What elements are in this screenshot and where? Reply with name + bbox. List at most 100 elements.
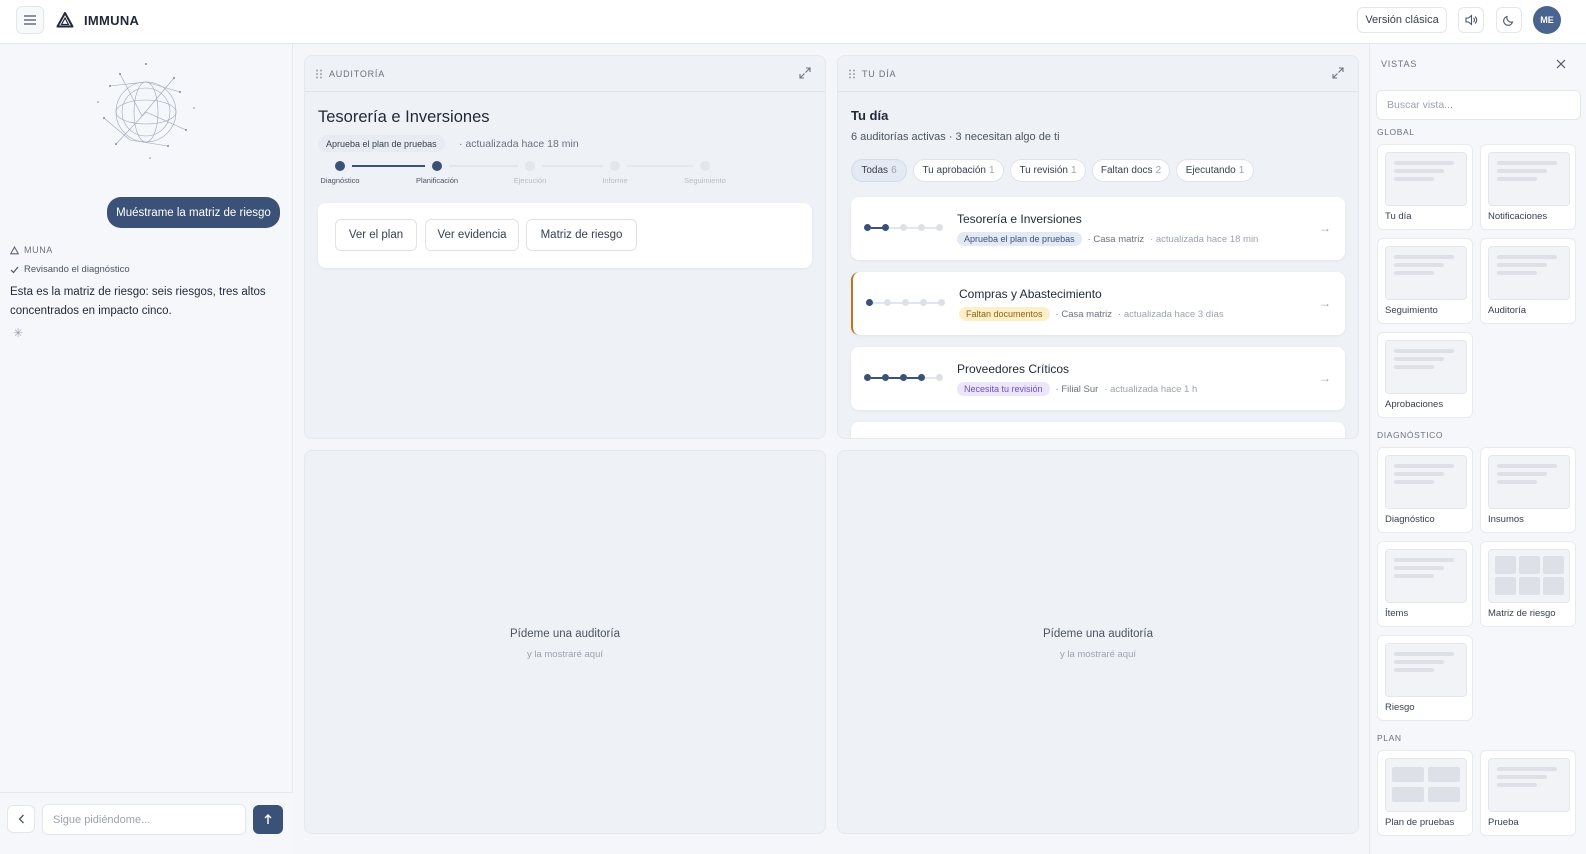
step-connector bbox=[542, 165, 603, 167]
thumb-line bbox=[1394, 271, 1434, 275]
thumb-line bbox=[1394, 566, 1444, 570]
thumb-line bbox=[1394, 652, 1454, 656]
mini-dot bbox=[902, 299, 909, 306]
filter-executing[interactable]: Ejecutando 1 bbox=[1176, 159, 1254, 182]
step-dot bbox=[525, 161, 535, 171]
audit-card[interactable]: Tesorería e Inversiones Aprueba el plan d… bbox=[851, 197, 1345, 260]
day-subtitle: 6 auditorías activas · 3 necesitan algo … bbox=[851, 131, 1060, 143]
step-connector bbox=[449, 165, 518, 167]
step-dot bbox=[432, 161, 442, 171]
view-plan-button[interactable]: Ver el plan bbox=[335, 219, 417, 251]
avatar[interactable]: ME bbox=[1533, 6, 1561, 34]
thumb-line bbox=[1394, 668, 1434, 672]
expand-icon[interactable] bbox=[799, 67, 811, 79]
audit-name: Proveedores Críticos bbox=[957, 362, 1070, 376]
view-tile[interactable]: Aprobaciones bbox=[1377, 332, 1473, 418]
menu-button[interactable] bbox=[16, 6, 44, 34]
chat-panel: Muéstrame la matriz de riesgo MUNA Revis… bbox=[0, 44, 293, 854]
empty-panel-left: Pídeme una auditoría y la mostraré aquí bbox=[304, 450, 826, 834]
empty-subtitle: y la mostraré aquí bbox=[526, 649, 604, 660]
views-sidebar: VISTAS GLOBAL Tu día Notificaciones Seguimi… bbox=[1369, 44, 1586, 854]
send-button[interactable] bbox=[253, 805, 283, 834]
chevron-left-icon bbox=[18, 814, 24, 824]
thumb-line bbox=[1497, 255, 1557, 259]
view-tile-label: Prueba bbox=[1488, 817, 1519, 828]
view-tile[interactable]: Riesgo bbox=[1377, 635, 1473, 721]
filter-label: Ejecutando bbox=[1185, 165, 1236, 176]
view-tile-label: Seguimiento bbox=[1385, 305, 1438, 316]
view-tile[interactable]: Tu día bbox=[1377, 144, 1473, 230]
view-tile[interactable]: Diagnóstico bbox=[1377, 447, 1473, 533]
thumb-cell bbox=[1392, 787, 1424, 802]
view-tile-label: Ítems bbox=[1385, 608, 1409, 619]
logo-icon bbox=[10, 245, 19, 254]
view-tile[interactable]: Insumos bbox=[1480, 447, 1576, 533]
drag-handle-icon[interactable] bbox=[315, 69, 323, 79]
drag-handle-icon[interactable] bbox=[848, 69, 856, 79]
thumb-line bbox=[1497, 263, 1547, 267]
thumb-line bbox=[1394, 349, 1454, 353]
audit-card[interactable]: Proveedores Críticos Necesita tu revisión… bbox=[851, 347, 1345, 410]
agent-name: MUNA bbox=[24, 245, 53, 255]
mini-stepper bbox=[866, 298, 950, 308]
audit-entity: · Filial Sur bbox=[1055, 383, 1099, 395]
audit-panel: AUDITORÍA Tesorería e Inversiones Aprueb… bbox=[304, 55, 826, 439]
agent-message: Esta es la matriz de riesgo: seis riesgo… bbox=[10, 286, 266, 317]
filter-label: Tu aprobación bbox=[922, 165, 986, 176]
audit-entity: · Casa matriz bbox=[1087, 233, 1145, 245]
audit-panel-header: AUDITORÍA bbox=[305, 56, 825, 92]
risk-matrix-button[interactable]: Matriz de riesgo bbox=[526, 219, 637, 251]
audit-title: Tesorería e Inversiones bbox=[318, 108, 490, 126]
sound-button[interactable] bbox=[1458, 7, 1484, 33]
thumb-cell bbox=[1543, 577, 1564, 595]
expand-icon[interactable] bbox=[1332, 67, 1344, 79]
view-tile[interactable]: Notificaciones bbox=[1480, 144, 1576, 230]
view-tile-label: Plan de pruebas bbox=[1385, 817, 1455, 828]
filter-count: 6 bbox=[891, 165, 897, 176]
step-label: Diagnóstico bbox=[320, 176, 360, 185]
view-thumbnail bbox=[1488, 549, 1570, 603]
thumb-line bbox=[1394, 464, 1454, 468]
thumb-line bbox=[1394, 480, 1434, 484]
view-tile[interactable]: Prueba bbox=[1480, 750, 1576, 836]
filter-missing-docs[interactable]: Faltan docs 2 bbox=[1092, 159, 1170, 182]
collapse-chat-button[interactable] bbox=[7, 805, 35, 833]
audit-card[interactable]: Compras y Abastecimiento Faltan documento… bbox=[851, 272, 1345, 335]
theme-toggle-button[interactable] bbox=[1496, 7, 1522, 33]
view-thumbnail bbox=[1488, 246, 1570, 300]
close-icon[interactable] bbox=[1554, 57, 1568, 71]
thumb-line bbox=[1394, 558, 1454, 562]
thumb-line bbox=[1497, 472, 1547, 476]
thumb-line bbox=[1497, 783, 1537, 787]
step-connector bbox=[627, 165, 693, 167]
day-heading: Tu día bbox=[851, 108, 889, 123]
thumb-line bbox=[1394, 161, 1454, 165]
view-tile[interactable]: Seguimiento bbox=[1377, 238, 1473, 324]
view-tile[interactable]: Matriz de riesgo bbox=[1480, 541, 1576, 627]
audit-card-partial[interactable] bbox=[851, 422, 1345, 438]
empty-title: Pídeme una auditoría bbox=[1043, 628, 1153, 640]
thumb-line bbox=[1394, 177, 1434, 181]
status-badge: Faltan documentos bbox=[959, 307, 1050, 321]
thumb-line bbox=[1497, 480, 1537, 484]
filter-count: 2 bbox=[1155, 165, 1162, 176]
view-tile-label: Diagnóstico bbox=[1385, 514, 1435, 525]
views-search-input[interactable] bbox=[1376, 90, 1581, 120]
audit-entity: · Casa matriz bbox=[1055, 308, 1113, 320]
chat-input[interactable] bbox=[42, 804, 246, 835]
logo-icon bbox=[56, 12, 74, 28]
view-tile[interactable]: Ítems bbox=[1377, 541, 1473, 627]
thumb-cell bbox=[1495, 577, 1516, 595]
view-evidence-button[interactable]: Ver evidencia bbox=[425, 219, 519, 251]
filter-my-review[interactable]: Tu revisión 1 bbox=[1010, 159, 1086, 182]
view-thumbnail bbox=[1385, 246, 1467, 300]
filter-my-approval[interactable]: Tu aprobación 1 bbox=[913, 159, 1004, 182]
filter-label: Todas bbox=[861, 165, 889, 176]
view-tile[interactable]: Auditoría bbox=[1480, 238, 1576, 324]
view-tile[interactable]: Plan de pruebas bbox=[1377, 750, 1473, 836]
arrow-right-icon: → bbox=[1319, 221, 1331, 235]
classic-version-button[interactable]: Versión clásica bbox=[1357, 7, 1447, 33]
filter-all[interactable]: Todas 6 bbox=[851, 159, 907, 182]
view-tile-label: Aprobaciones bbox=[1385, 399, 1444, 410]
check-icon bbox=[10, 266, 19, 273]
